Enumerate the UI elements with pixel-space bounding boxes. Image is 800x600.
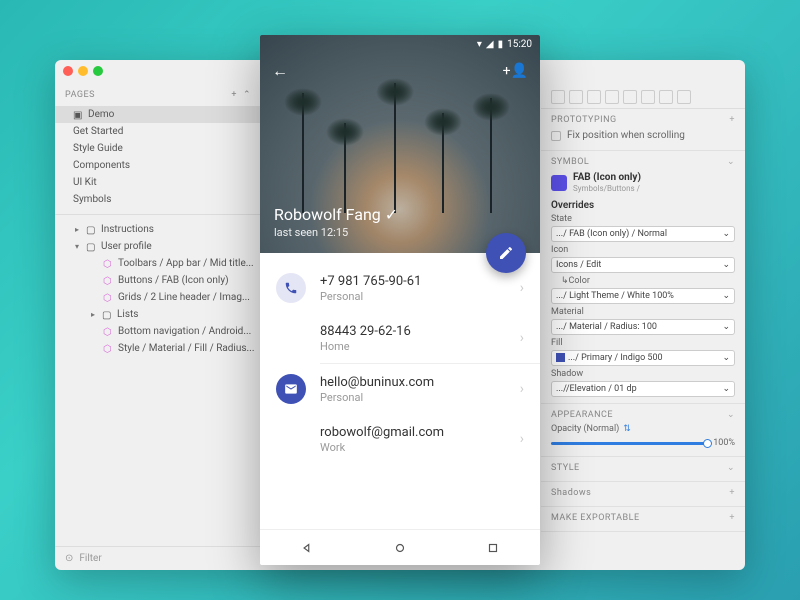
page-style-guide[interactable]: Style Guide	[55, 140, 261, 157]
fix-position-checkbox[interactable]: Fix position when scrolling	[551, 127, 735, 144]
clock: 15:20	[507, 39, 532, 50]
appearance-label: APPEARANCE	[551, 410, 613, 420]
close-window-button[interactable]	[63, 66, 73, 76]
phone-icon	[276, 273, 306, 303]
distribute-h-icon[interactable]	[659, 90, 673, 104]
home-nav-icon[interactable]	[393, 541, 407, 555]
fab-edit-button[interactable]	[486, 233, 526, 273]
add-icon[interactable]: +	[729, 513, 735, 523]
page-symbols[interactable]: Symbols	[55, 191, 261, 208]
symbol-label: SYMBOL	[551, 157, 589, 167]
chevron-right-icon: ›	[520, 280, 524, 296]
align-center-icon[interactable]	[569, 90, 583, 104]
layer-grids[interactable]: ⬡Grids / 2 Line header / Imag...	[55, 289, 261, 306]
color-dropdown[interactable]: .../ Light Theme / White 100%⌄	[551, 288, 735, 304]
wifi-icon: ▾	[477, 39, 482, 50]
zoom-window-button[interactable]	[93, 66, 103, 76]
shadows-label: Shadows	[551, 488, 591, 498]
edit-icon	[498, 245, 514, 261]
fill-dropdown[interactable]: .../ Primary / Indigo 500⌄	[551, 350, 735, 366]
chevron-right-icon: ›	[520, 330, 524, 346]
pages-section-header: PAGES + ⌃	[55, 86, 261, 104]
layer-fab[interactable]: ⬡Buttons / FAB (Icon only)	[55, 272, 261, 289]
left-panel: PAGES + ⌃ ▣Demo Get Started Style Guide …	[55, 60, 261, 570]
layers-tree: ▸▢Instructions ▾▢User profile ⬡Toolbars …	[55, 214, 261, 363]
layer-toolbars[interactable]: ⬡Toolbars / App bar / Mid title...	[55, 255, 261, 272]
chevron-down-icon[interactable]: ⌄	[727, 410, 735, 420]
back-icon[interactable]: ←	[272, 61, 288, 81]
align-middle-icon[interactable]	[623, 90, 637, 104]
layer-bottom-nav[interactable]: ⬡Bottom navigation / Android...	[55, 323, 261, 340]
state-dropdown[interactable]: .../ FAB (Icon only) / Normal⌄	[551, 226, 735, 242]
pages-label: PAGES	[65, 90, 95, 100]
opacity-slider[interactable]	[551, 442, 709, 445]
layer-instructions[interactable]: ▸▢Instructions	[55, 221, 261, 238]
filter-label: Filter	[79, 553, 101, 564]
align-left-icon[interactable]	[551, 90, 565, 104]
last-seen: last seen 12:15	[274, 226, 398, 239]
right-panel: PROTOTYPING + Fix position when scrolling…	[541, 60, 745, 570]
recent-nav-icon[interactable]	[486, 541, 500, 555]
contact-row-phone-home[interactable]: 88443 29-62-16Home ›	[260, 313, 540, 363]
add-icon[interactable]: +	[729, 488, 735, 498]
icon-dropdown[interactable]: Icons / Edit⌄	[551, 257, 735, 273]
page-ui-kit[interactable]: UI Kit	[55, 174, 261, 191]
profile-name: Robowolf Fang ✓	[274, 205, 398, 224]
prototyping-label: PROTOTYPING	[551, 115, 617, 125]
shadow-dropdown[interactable]: ...//Elevation / 01 dp⌄	[551, 381, 735, 397]
filter-icon: ⊙	[65, 553, 73, 564]
align-top-icon[interactable]	[605, 90, 619, 104]
page-get-started[interactable]: Get Started	[55, 123, 261, 140]
contact-row-email-work[interactable]: robowolf@gmail.comWork ›	[260, 414, 540, 464]
symbol-row[interactable]: FAB (Icon only)Symbols/Buttons /	[551, 169, 735, 197]
chevron-right-icon: ›	[520, 431, 524, 447]
layer-style-material[interactable]: ⬡Style / Material / Fill / Radius...	[55, 340, 261, 357]
mail-icon	[276, 374, 306, 404]
material-dropdown[interactable]: .../ Material / Radius: 100⌄	[551, 319, 735, 335]
align-toolbar	[541, 86, 745, 109]
add-icon[interactable]: +	[729, 115, 735, 125]
align-right-icon[interactable]	[587, 90, 601, 104]
exportable-label: MAKE EXPORTABLE	[551, 513, 640, 523]
distribute-v-icon[interactable]	[677, 90, 691, 104]
symbol-swatch	[551, 175, 567, 191]
opacity-mode-icon[interactable]: ⇅	[623, 424, 631, 434]
contact-list: +7 981 765-90-61Personal › 88443 29-62-1…	[260, 253, 540, 529]
back-nav-icon[interactable]	[300, 541, 314, 555]
style-label: STYLE	[551, 463, 580, 473]
minimize-window-button[interactable]	[78, 66, 88, 76]
pages-list: ▣Demo Get Started Style Guide Components…	[55, 104, 261, 214]
phone-mockup: ▾ ◢ ▮ 15:20 ← +👤 Robowolf Fang ✓ last se…	[260, 35, 540, 565]
overrides-label: Overrides	[551, 197, 735, 211]
page-demo[interactable]: ▣Demo	[55, 106, 261, 123]
contact-row-email-personal[interactable]: hello@buninux.comPersonal ›	[260, 364, 540, 414]
page-components[interactable]: Components	[55, 157, 261, 174]
signal-icon: ◢	[486, 39, 494, 50]
opacity-value: 100%	[713, 438, 735, 448]
filter-row[interactable]: ⊙ Filter	[55, 546, 261, 570]
add-page-icon[interactable]: +	[231, 90, 237, 100]
chevron-right-icon: ›	[520, 381, 524, 397]
collapse-pages-icon[interactable]: ⌃	[243, 90, 251, 100]
status-bar: ▾ ◢ ▮ 15:20	[469, 35, 540, 54]
layer-user-profile[interactable]: ▾▢User profile	[55, 238, 261, 255]
align-bottom-icon[interactable]	[641, 90, 655, 104]
android-navbar	[260, 529, 540, 565]
battery-icon: ▮	[498, 39, 504, 50]
add-person-icon[interactable]: +👤	[503, 63, 528, 79]
chevron-down-icon[interactable]: ⌄	[727, 157, 735, 167]
profile-hero: ▾ ◢ ▮ 15:20 ← +👤 Robowolf Fang ✓ last se…	[260, 35, 540, 253]
layer-lists[interactable]: ▸▢Lists	[55, 306, 261, 323]
